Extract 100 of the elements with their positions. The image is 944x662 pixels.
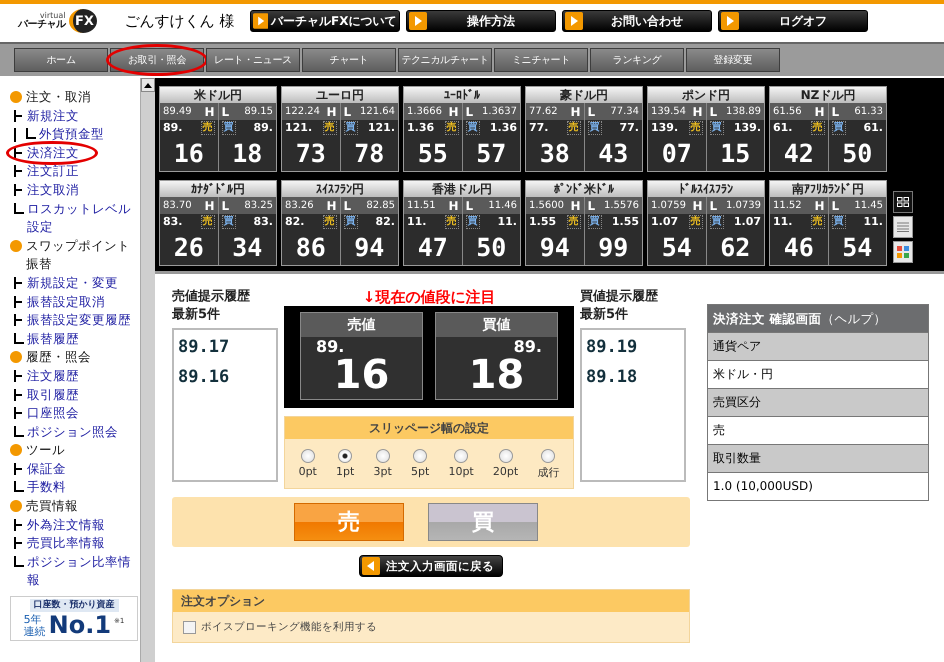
user-name: ごんすけくん 様 — [124, 12, 236, 30]
view-toggle[interactable] — [893, 191, 913, 213]
price-card: 売値 89. 16 — [300, 312, 423, 400]
help-cell: 売買区分 — [708, 388, 928, 416]
menu-link[interactable]: 新規注文 — [27, 106, 79, 126]
help-cell: 通貨ペア — [708, 332, 928, 360]
tree-branch-line — [14, 518, 24, 531]
slippage-option[interactable]: 20pt — [492, 449, 518, 480]
nav-tab[interactable]: レート・ニュース — [206, 48, 300, 72]
view-toggle[interactable] — [893, 241, 913, 263]
slippage-option[interactable]: 5pt — [410, 449, 430, 480]
color-tiles-icon — [897, 246, 909, 258]
slippage-option[interactable]: 10pt — [448, 449, 474, 480]
play-icon — [720, 12, 738, 30]
tree-branch-line — [14, 184, 24, 196]
header-button[interactable]: バーチャルFXについて — [250, 10, 400, 32]
menu-link[interactable]: ロスカットレベル設定 — [27, 200, 140, 237]
tree-branch-line — [14, 128, 16, 142]
menu-link[interactable]: 外貨預金型 — [39, 125, 104, 144]
list-icon — [897, 222, 909, 232]
menu-link[interactable]: 取引履歴 — [27, 386, 79, 404]
tree-branch-line — [14, 556, 24, 567]
rate-tile[interactable]: NZドル円 61.56 H 61. 売 42 L 61.33 買 61. 50 — [769, 86, 887, 172]
tree-branch-line — [14, 276, 24, 289]
nav-tab[interactable]: ホーム — [14, 48, 108, 72]
tree-branch-line — [14, 332, 24, 344]
history-list: 89.17 89.16 — [172, 328, 278, 482]
nav-tab[interactable]: ミニチャート — [494, 48, 588, 72]
nav-tab[interactable]: テクニカルチャート — [398, 48, 492, 72]
rate-tile[interactable]: ｶﾅﾀﾞﾄﾞﾙ円 83.70 H 83. 売 26 L 83.25 買 83. 34 — [159, 180, 277, 266]
header-button[interactable]: ログオフ — [718, 10, 868, 32]
menu-link[interactable]: 口座照会 — [27, 404, 79, 423]
nav-tab[interactable]: ランキング — [590, 48, 684, 72]
rate-tile[interactable]: 南ｱﾌﾘｶﾗﾝﾄﾞ円 11.52 H 11. 売 46 L 11.45 買 11. 54 — [769, 180, 887, 266]
nav-tab[interactable]: お取引・照会 — [110, 48, 204, 72]
view-toggle[interactable] — [893, 216, 913, 238]
history-list: 89.19 89.18 — [580, 328, 686, 482]
bullet-icon — [10, 351, 22, 364]
menu-heading: 注文・取消 — [26, 88, 91, 106]
rate-tile[interactable]: ﾄﾞﾙｽｲｽﾌﾗﾝ 1.0759 H 1.07 売 54 L 1.0739 買 1.07 62 — [647, 180, 765, 266]
menu-link[interactable]: 保証金 — [27, 460, 66, 478]
menu-link[interactable]: 注文取消 — [27, 180, 79, 200]
menu-heading: 売買情報 — [26, 497, 78, 516]
menu-link[interactable]: 振替設定取消 — [27, 292, 105, 312]
tree-branch-line — [14, 370, 24, 382]
rate-tile[interactable]: ユーロ円 122.24 H 121. 売 73 L 121.64 買 121. 78 — [281, 86, 399, 172]
history-subtitle: 最新5件 — [172, 306, 222, 324]
tree-branch-line — [14, 426, 24, 437]
slippage-option[interactable]: 0pt — [298, 449, 317, 480]
header-button[interactable]: 操作方法 — [406, 10, 556, 32]
history-title: 買値提示履歴 — [580, 288, 659, 306]
tree-branch-line — [14, 296, 24, 308]
menu-heading: スワップポイント振替 — [26, 236, 131, 274]
rate-tile[interactable]: ﾕｰﾛﾄﾞﾙ 1.3666 H 1.36 売 55 L 1.3637 買 1.36 57 — [403, 86, 521, 172]
price-card: 買値 89. 18 — [435, 312, 558, 400]
rate-tile[interactable]: ｽｲｽﾌﾗﾝ円 83.26 H 82. 売 86 L 82.85 買 82. 94 — [281, 180, 399, 266]
history-title: 売値提示履歴 — [172, 288, 251, 306]
slippage-option[interactable]: 3pt — [374, 449, 392, 480]
nav-tab[interactable]: 登録変更 — [686, 48, 780, 72]
annotation-text: ↓現在の値段に注目 — [362, 288, 496, 306]
tree-branch-line — [14, 481, 24, 492]
tree-branch-line — [14, 165, 24, 178]
menu-link[interactable]: ポジション比率情報 — [27, 552, 140, 590]
menu-heading: 履歴・照会 — [26, 348, 91, 366]
rate-tile[interactable]: 米ドル円 89.49 H 89. 売 16 L 89.15 買 89. 18 — [159, 86, 277, 172]
scrollbar[interactable] — [140, 78, 155, 662]
tree-branch-line — [14, 537, 24, 550]
menu-link[interactable]: 外為注文情報 — [27, 516, 105, 534]
menu-link[interactable]: 手数料 — [27, 478, 66, 498]
play-icon — [564, 12, 582, 30]
menu-link[interactable]: 注文訂正 — [27, 162, 79, 181]
bullet-icon — [10, 91, 22, 103]
menu-link[interactable]: ポジション照会 — [27, 422, 118, 442]
header-button[interactable]: お問い合わせ — [562, 10, 712, 32]
menu-link[interactable]: 注文履歴 — [27, 366, 79, 386]
rate-tile[interactable]: 豪ドル円 77.62 H 77. 売 38 L 77.34 買 77. 43 — [525, 86, 643, 172]
menu-link[interactable]: 決済注文 — [27, 144, 79, 162]
back-button[interactable]: 注文入力画面に戻る — [359, 555, 503, 577]
bullet-icon — [10, 240, 22, 252]
grid-icon — [897, 197, 909, 207]
tree-branch-line — [14, 110, 24, 122]
menu-link[interactable]: 振替履歴 — [27, 330, 79, 348]
slippage-heading: スリッページ幅の設定 — [285, 417, 573, 439]
slippage-option[interactable]: 成行 — [537, 449, 560, 480]
history-subtitle: 最新5件 — [580, 306, 630, 324]
menu-link[interactable]: 売買比率情報 — [27, 534, 105, 553]
slippage-option[interactable]: 1pt — [336, 449, 354, 480]
menu-link[interactable]: 振替設定変更履歴 — [27, 311, 131, 330]
rate-tile[interactable]: ポンド円 139.54 H 139. 売 07 L 138.89 買 139. 15 — [647, 86, 765, 172]
nav-tab[interactable]: チャート — [302, 48, 396, 72]
scroll-up-icon[interactable] — [144, 82, 152, 88]
menu-link[interactable]: 新規設定・変更 — [27, 274, 118, 293]
rate-tile[interactable]: ﾎﾟﾝﾄﾞ米ﾄﾞﾙ 1.5600 H 1.55 売 94 L 1.5576 買 1.55 99 — [525, 180, 643, 266]
tree-branch-line — [14, 314, 24, 326]
tree-branch-line — [26, 128, 36, 140]
rate-tile[interactable]: 香港ドル円 11.51 H 11. 売 47 L 11.46 買 11. 50 — [403, 180, 521, 266]
help-title: 決済注文 確認画面（ヘルプ） — [708, 305, 928, 332]
bullet-icon — [10, 444, 22, 456]
voice-option[interactable]: ボイスブローキング機能を利用する — [183, 620, 679, 634]
tree-branch-line — [14, 202, 24, 214]
